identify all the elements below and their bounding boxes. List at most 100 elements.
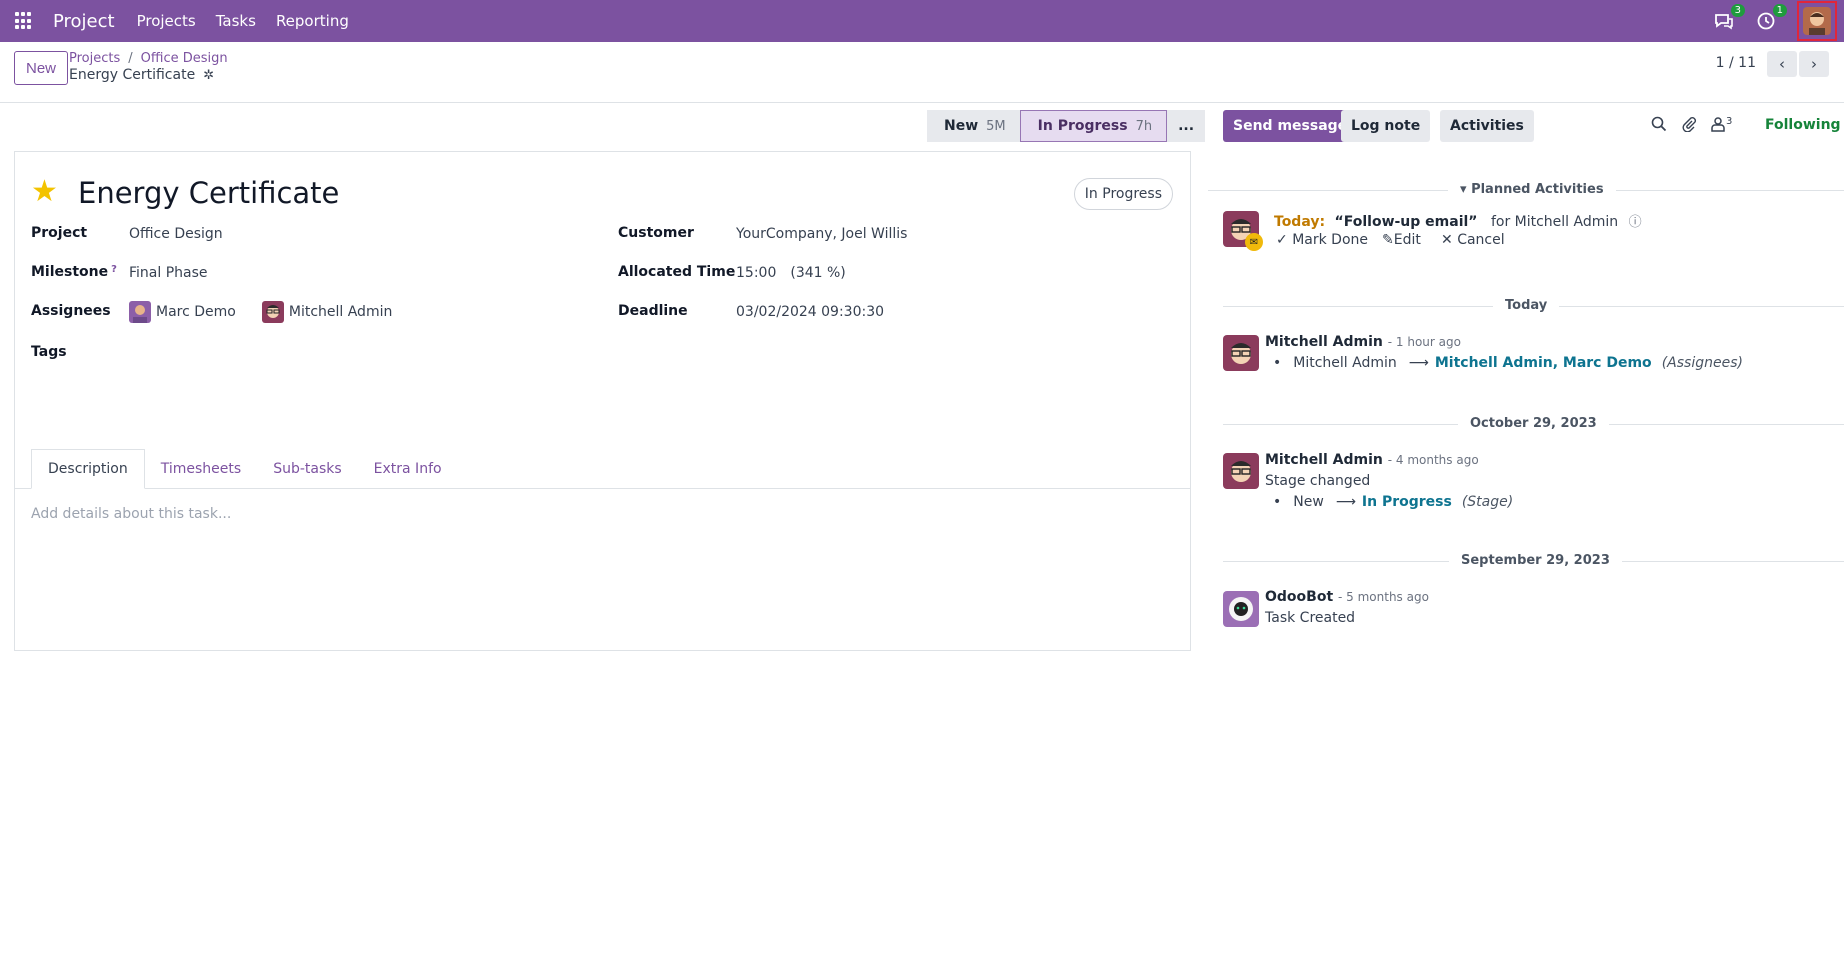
edit-activity-link[interactable]: ✎Edit: [1382, 232, 1421, 248]
description-editor[interactable]: Add details about this task...: [31, 506, 231, 522]
new-value: In Progress: [1361, 494, 1452, 510]
priority-star-icon[interactable]: ★: [31, 174, 58, 209]
new-record-button[interactable]: New: [14, 51, 69, 85]
allocated-time-label: Allocated Time: [618, 264, 736, 280]
deadline-field[interactable]: 03/02/2024 09:30:30: [736, 304, 884, 320]
menu-projects[interactable]: Projects: [137, 12, 196, 30]
tab-extra-info[interactable]: Extra Info: [358, 449, 458, 489]
envelope-icon: ✉: [1245, 233, 1263, 251]
user-avatar: [1803, 7, 1831, 35]
breadcrumb: Projects / Office Design: [69, 51, 228, 66]
form-sheet: ★ Energy Certificate In Progress Project…: [14, 151, 1191, 651]
stage-statusbar: New 5M In Progress 7h ...: [927, 110, 1206, 142]
deadline-label: Deadline: [618, 303, 688, 319]
assignee-tag[interactable]: Mitchell Admin: [289, 304, 393, 320]
pager-previous-button[interactable]: ‹: [1767, 51, 1797, 77]
control-panel: New Projects / Office Design Energy Certif…: [0, 42, 1844, 103]
task-state-button[interactable]: In Progress: [1073, 178, 1173, 210]
author-name[interactable]: Mitchell Admin: [1265, 334, 1383, 350]
avatar: [1223, 591, 1259, 627]
allocated-hours[interactable]: 15:00: [736, 265, 776, 281]
tracking-value: • Mitchell Admin ⟶ Mitchell Admin, Marc …: [1273, 355, 1743, 371]
task-title[interactable]: Energy Certificate: [78, 176, 339, 210]
allocated-percentage: (341 %): [790, 265, 846, 281]
top-navbar: Project Projects Tasks Reporting 3 1: [0, 0, 1844, 42]
messaging-icon[interactable]: 3: [1713, 4, 1745, 32]
following-button[interactable]: Following: [1765, 117, 1841, 133]
menu-tasks[interactable]: Tasks: [216, 12, 256, 30]
tab-timesheets[interactable]: Timesheets: [145, 449, 257, 489]
project-label: Project: [31, 225, 88, 241]
apps-grid-icon[interactable]: [15, 12, 33, 30]
message-date: - 4 months ago: [1387, 453, 1479, 467]
cancel-activity-link[interactable]: ✕ Cancel: [1441, 232, 1505, 248]
app-brand[interactable]: Project: [53, 11, 115, 32]
log-note-button[interactable]: Log note: [1341, 110, 1431, 142]
pager-next-button[interactable]: ›: [1799, 51, 1829, 77]
message-author: Mitchell Admin - 4 months ago: [1265, 452, 1479, 468]
pager-value[interactable]: 1 / 11: [1716, 55, 1756, 71]
stage-new[interactable]: New 5M: [927, 110, 1020, 142]
old-value: New: [1293, 494, 1324, 510]
gear-icon[interactable]: ✲: [203, 68, 214, 83]
avatar: [1223, 335, 1259, 371]
send-message-button[interactable]: Send message: [1223, 110, 1358, 142]
mark-done-link[interactable]: ✓ Mark Done: [1276, 232, 1368, 248]
paperclip-icon[interactable]: [1681, 116, 1697, 136]
message-author: Mitchell Admin - 1 hour ago: [1265, 334, 1461, 350]
followers-count: 3: [1726, 116, 1733, 127]
activity-clock-icon[interactable]: 1: [1755, 4, 1787, 32]
author-name[interactable]: OdooBot: [1265, 589, 1333, 605]
date-separator: Today: [1493, 298, 1560, 313]
caret-down-icon: ▾: [1460, 182, 1472, 197]
bullet: •: [1273, 355, 1282, 371]
message-body: Task Created: [1265, 610, 1356, 626]
arrow-right-icon: ⟶: [1408, 355, 1429, 371]
breadcrumb-projects[interactable]: Projects: [69, 51, 120, 66]
tracked-field: (Assignees): [1661, 355, 1743, 371]
notebook-tabs: Description Timesheets Sub-tasks Extra I…: [31, 449, 458, 489]
followers-button[interactable]: 3: [1711, 116, 1732, 136]
cancel-label: Cancel: [1457, 232, 1505, 248]
breadcrumb-separator: /: [128, 51, 133, 66]
assignee-tag[interactable]: Marc Demo: [156, 304, 236, 320]
tags-label: Tags: [31, 344, 67, 360]
activity-summary: Today: “Follow-up email” for Mitchell Ad…: [1274, 211, 1642, 230]
allocated-time-field[interactable]: 15:00 (341 %): [736, 265, 846, 281]
date-separator: October 29, 2023: [1458, 416, 1609, 431]
project-field[interactable]: Office Design: [129, 226, 223, 242]
customer-field[interactable]: YourCompany, Joel Willis: [736, 226, 907, 242]
breadcrumb-current: Energy Certificate ✲: [69, 67, 214, 83]
current-record-name: Energy Certificate: [69, 67, 196, 83]
avatar: [261, 301, 284, 323]
milestone-field[interactable]: Final Phase: [129, 265, 208, 281]
tracking-value: • New ⟶ In Progress (Stage): [1273, 494, 1513, 510]
stage-in-progress[interactable]: In Progress 7h: [1019, 110, 1168, 142]
activities-button[interactable]: Activities: [1440, 110, 1534, 142]
planned-activities-toggle[interactable]: ▾ Planned Activities: [1448, 182, 1616, 197]
chevron-right-icon: ›: [1811, 55, 1817, 73]
assignees-field[interactable]: Marc Demo Mitchell Admin: [129, 301, 392, 323]
user-menu[interactable]: [1797, 1, 1837, 41]
tracked-field: (Stage): [1461, 494, 1514, 510]
stage-duration: 5M: [986, 118, 1006, 134]
breadcrumb-office-design[interactable]: Office Design: [141, 51, 228, 66]
author-name[interactable]: Mitchell Admin: [1265, 452, 1383, 468]
activity-assignee: for Mitchell Admin: [1490, 214, 1619, 230]
help-icon[interactable]: ?: [111, 264, 117, 275]
stage-more-button[interactable]: ...: [1167, 110, 1206, 142]
stage-label: In Progress: [1037, 118, 1128, 134]
message-body: Stage changed: [1265, 473, 1371, 489]
check-icon: ✓: [1276, 232, 1293, 248]
search-icon[interactable]: [1651, 116, 1667, 136]
old-value: Mitchell Admin: [1293, 355, 1397, 371]
tab-sub-tasks[interactable]: Sub-tasks: [257, 449, 357, 489]
avatar: [1223, 453, 1259, 489]
message-date: - 1 hour ago: [1387, 335, 1461, 349]
info-icon[interactable]: ⓘ: [1629, 215, 1642, 230]
date-separator: September 29, 2023: [1449, 553, 1622, 568]
menu-reporting[interactable]: Reporting: [276, 12, 349, 30]
tab-description[interactable]: Description: [31, 449, 145, 489]
stage-label: New: [944, 118, 979, 134]
message-author: OdooBot - 5 months ago: [1265, 589, 1429, 605]
